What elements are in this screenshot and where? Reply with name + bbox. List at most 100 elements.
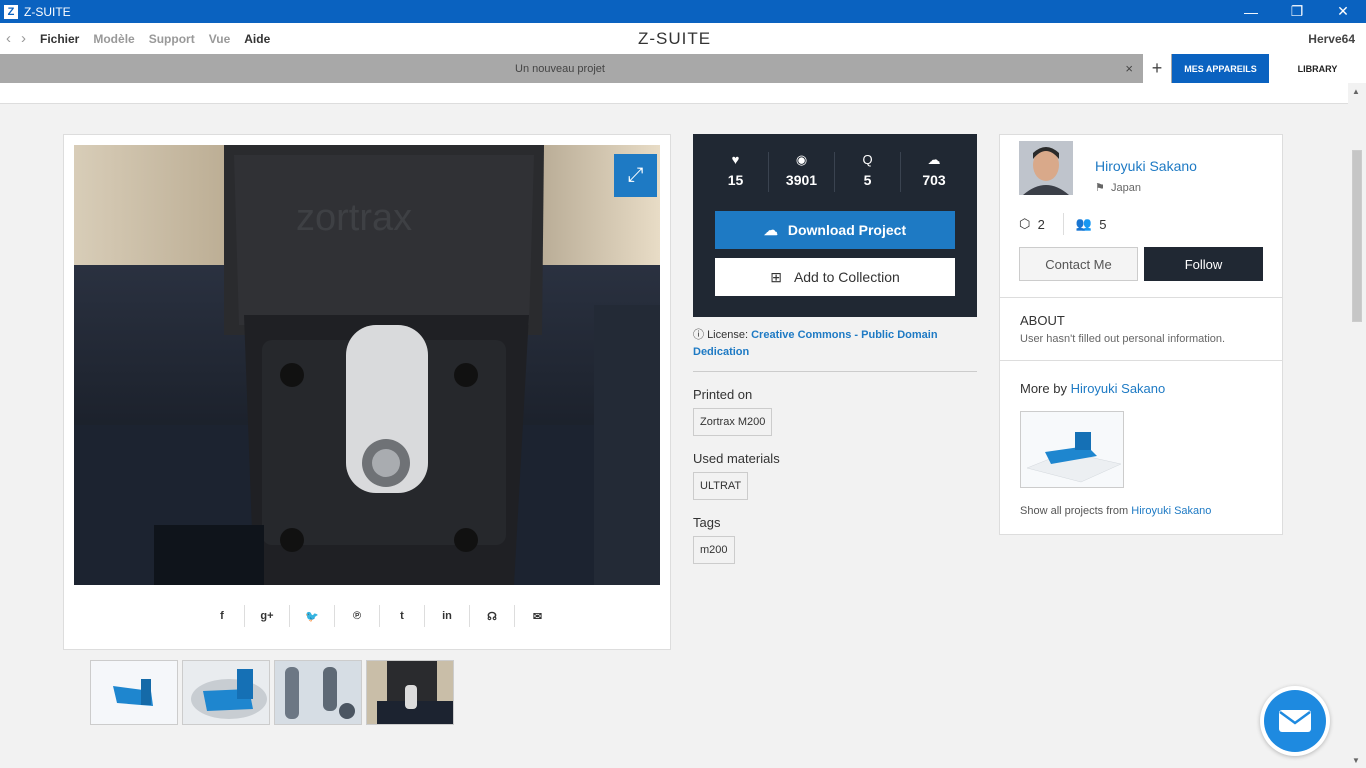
tags-title: Tags <box>693 515 721 530</box>
window-titlebar: Z Z-SUITE — ❐ ✕ <box>0 0 1366 23</box>
library-button[interactable]: LIBRARY <box>1269 54 1366 83</box>
scrollbar-thumb[interactable] <box>1352 150 1362 322</box>
thumbnail-1-image <box>91 661 177 724</box>
cloud-download-icon: ☁ <box>927 152 941 167</box>
tag-chip[interactable]: m200 <box>693 536 735 564</box>
share-bar: f g+ 🐦 ℗ t in ☊ ✉ <box>200 605 560 629</box>
project-page: zortrax ⤢ f g+ 🐦 ℗ t in ☊ ✉ ♥ 15 ◉ 3901 … <box>0 83 1348 768</box>
thumbnail-2-image <box>183 661 269 724</box>
thumbnail-4[interactable] <box>366 660 454 725</box>
page-scrollbar[interactable]: ▲ ▼ <box>1348 83 1366 768</box>
more-project-thumbnail[interactable] <box>1020 411 1124 488</box>
nav-arrows: ‹ › <box>6 30 26 47</box>
scroll-up-icon[interactable]: ▲ <box>1352 87 1360 96</box>
user-name[interactable]: Herve64 <box>1308 32 1355 46</box>
comments-stat[interactable]: Q 5 <box>835 152 901 192</box>
printed-on-title: Printed on <box>693 387 753 402</box>
download-project-label: Download Project <box>787 222 907 238</box>
tumblr-share-icon[interactable]: t <box>380 605 425 627</box>
show-all-label: Show all projects from <box>1020 505 1129 517</box>
counts-divider <box>1062 213 1064 235</box>
photo-illustration: zortrax <box>74 145 660 585</box>
models-count: 2 <box>1037 216 1045 232</box>
menu-aide[interactable]: Aide <box>244 32 270 46</box>
thumbnail-3[interactable] <box>274 660 362 725</box>
new-tab-button[interactable]: + <box>1143 54 1171 83</box>
show-all-author-link[interactable]: Hiroyuki Sakano <box>1131 505 1211 517</box>
tab-project-label: Un nouveau projet <box>515 62 605 75</box>
likes-count: 15 <box>727 172 744 188</box>
menu-vue[interactable]: Vue <box>209 32 231 46</box>
author-divider-1 <box>1000 297 1282 298</box>
views-count: 3901 <box>785 172 818 188</box>
reddit-share-icon[interactable]: ☊ <box>470 605 515 627</box>
window-controls: — ❐ ✕ <box>1228 0 1366 23</box>
author-country-label: Japan <box>1111 182 1141 194</box>
menubar: ‹ › Fichier Modèle Support Vue Aide Z-SU… <box>0 23 1366 54</box>
minimize-button[interactable]: — <box>1228 0 1274 23</box>
material-chip[interactable]: ULTRAT <box>693 472 749 500</box>
menu-fichier[interactable]: Fichier <box>40 32 79 46</box>
likes-stat[interactable]: ♥ 15 <box>703 152 769 192</box>
devices-button[interactable]: MES APPAREILS <box>1172 54 1269 83</box>
show-all-projects: Show all projects from Hiroyuki Sakano <box>1020 505 1211 517</box>
close-window-button[interactable]: ✕ <box>1320 0 1366 23</box>
tab-close-icon[interactable]: × <box>1125 61 1133 76</box>
app-logo-icon: Z <box>4 4 18 19</box>
thumbnail-1[interactable] <box>90 660 178 725</box>
window-title: Z-SUITE <box>24 4 71 19</box>
thumbnail-strip <box>90 660 454 725</box>
twitter-share-icon[interactable]: 🐦 <box>290 605 335 627</box>
stats-row: ♥ 15 ◉ 3901 Q 5 ☁ 703 <box>703 152 967 192</box>
googleplus-share-icon[interactable]: g+ <box>245 605 290 627</box>
menu-support[interactable]: Support <box>149 32 195 46</box>
divider <box>693 371 977 372</box>
cloud-download-icon: ☁ <box>763 221 778 238</box>
expand-arrows-icon: ⤢ <box>627 164 644 186</box>
contact-me-button[interactable]: Contact Me <box>1019 247 1138 281</box>
pinterest-share-icon[interactable]: ℗ <box>335 605 380 627</box>
avatar-image <box>1019 141 1073 195</box>
add-to-collection-button[interactable]: ⊞ Add to Collection <box>715 258 955 296</box>
more-project-image <box>1021 412 1123 487</box>
expand-image-button[interactable]: ⤢ <box>614 154 657 197</box>
followers-icon: 👥 <box>1075 216 1093 231</box>
followers-count: 5 <box>1099 216 1107 232</box>
author-name[interactable]: Hiroyuki Sakano <box>1095 158 1197 174</box>
flag-icon: ⚑ <box>1095 182 1105 194</box>
about-title: ABOUT <box>1020 313 1065 328</box>
message-fab-button[interactable] <box>1260 686 1330 756</box>
email-share-icon[interactable]: ✉ <box>515 605 560 627</box>
download-project-button[interactable]: ☁ Download Project <box>715 211 955 249</box>
forward-arrow-icon[interactable]: › <box>21 30 26 47</box>
materials-title: Used materials <box>693 451 780 466</box>
page-top-strip <box>0 83 1348 104</box>
comments-count: 5 <box>863 172 872 188</box>
tab-project[interactable]: Un nouveau projet × <box>0 54 1143 83</box>
linkedin-share-icon[interactable]: in <box>425 605 470 627</box>
photo-brand-text: zortrax <box>296 197 412 239</box>
menu-modele[interactable]: Modèle <box>93 32 134 46</box>
heart-icon: ♥ <box>731 152 740 167</box>
stats-panel: ♥ 15 ◉ 3901 Q 5 ☁ 703 ☁ Download Project… <box>693 134 977 317</box>
restore-button[interactable]: ❐ <box>1274 0 1320 23</box>
printer-chip[interactable]: Zortrax M200 <box>693 408 773 436</box>
thumbnail-4-image <box>367 661 453 724</box>
thumbnail-2[interactable] <box>182 660 270 725</box>
author-divider-2 <box>1000 360 1282 361</box>
downloads-stat: ☁ 703 <box>901 152 967 192</box>
back-arrow-icon[interactable]: ‹ <box>6 30 11 47</box>
project-photo[interactable]: zortrax ⤢ <box>74 145 660 585</box>
follow-button[interactable]: Follow <box>1144 247 1263 281</box>
add-collection-icon: ⊞ <box>770 268 782 285</box>
scroll-down-icon[interactable]: ▼ <box>1352 756 1360 765</box>
main-menu: Fichier Modèle Support Vue Aide <box>40 32 270 46</box>
downloads-count: 703 <box>922 172 946 188</box>
brand-logo: Z-SUITE <box>638 29 712 48</box>
thumbnail-3-image <box>275 661 361 724</box>
facebook-share-icon[interactable]: f <box>200 605 245 627</box>
info-icon: ⓘ <box>693 329 704 341</box>
more-by-author-link[interactable]: Hiroyuki Sakano <box>1071 381 1166 396</box>
avatar[interactable] <box>1019 141 1073 195</box>
author-country: ⚑ Japan <box>1095 181 1141 194</box>
